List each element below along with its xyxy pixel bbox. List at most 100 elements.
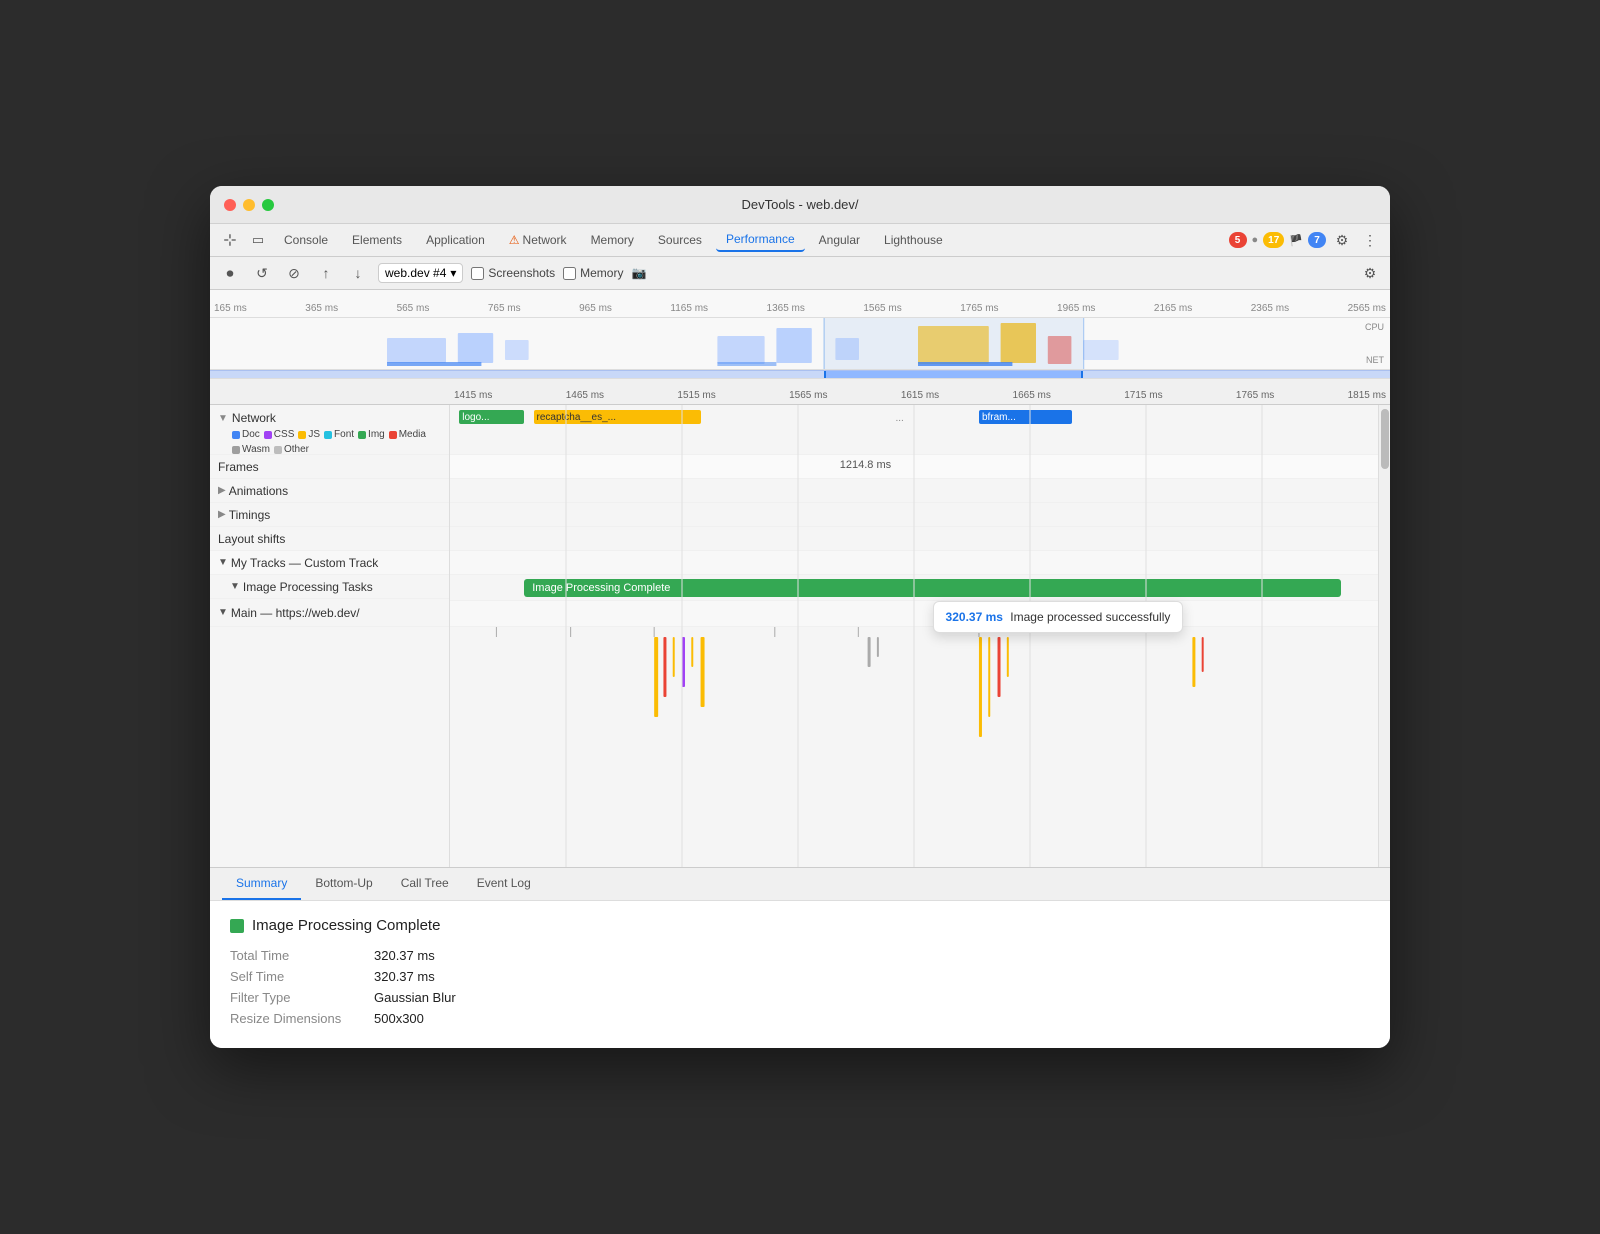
timings-track-row <box>450 503 1378 527</box>
summary-row-resize-dims: Resize Dimensions 500x300 <box>230 1011 1370 1026</box>
detail-tick-2: 1515 ms <box>677 390 715 401</box>
screenshots-checkbox[interactable] <box>471 267 484 280</box>
more-icon[interactable]: ⋮ <box>1358 228 1382 252</box>
settings-icon[interactable]: ⚙ <box>1330 228 1354 252</box>
upload-button[interactable]: ↑ <box>314 261 338 285</box>
reload-button[interactable]: ↺ <box>250 261 274 285</box>
ruler-tick-3: 765 ms <box>488 303 521 314</box>
ruler-tick-5: 1165 ms <box>670 303 708 314</box>
custom-track-header-row <box>450 551 1378 575</box>
detail-tick-5: 1665 ms <box>1013 390 1051 401</box>
ruler-tick-9: 1965 ms <box>1057 303 1095 314</box>
ruler-tick-4: 965 ms <box>579 303 612 314</box>
traffic-lights <box>224 199 274 211</box>
tab-summary[interactable]: Summary <box>222 868 301 900</box>
minimize-button[interactable] <box>243 199 255 211</box>
animations-track-row <box>450 479 1378 503</box>
profile-selector[interactable]: web.dev #4 ▾ <box>378 263 463 283</box>
animations-label-row[interactable]: ▶ Animations <box>210 479 449 503</box>
tab-elements[interactable]: Elements <box>342 229 412 251</box>
scrollbar-thumb[interactable] <box>1381 409 1389 469</box>
memory-toggle[interactable]: Memory <box>563 266 623 280</box>
filter-type-value: Gaussian Blur <box>374 990 456 1005</box>
device-icon[interactable]: ▭ <box>246 228 270 252</box>
screenshots-toggle[interactable]: Screenshots <box>471 266 555 280</box>
selection-bar <box>210 370 1390 378</box>
devtools-window: DevTools - web.dev/ ⊹ ▭ Console Elements… <box>210 186 1390 1048</box>
total-time-value: 320.37 ms <box>374 948 435 963</box>
ellipsis: ... <box>895 413 903 424</box>
main-thread-header-row <box>450 601 1378 627</box>
tab-sources[interactable]: Sources <box>648 229 712 251</box>
ruler-tick-6: 1365 ms <box>767 303 805 314</box>
network-label-row[interactable]: ▼ Network Doc CSS JS Font Img Media Wasm… <box>210 405 449 455</box>
bottom-tab-bar: Summary Bottom-Up Call Tree Event Log <box>210 868 1390 901</box>
net-label: NET <box>1366 355 1384 365</box>
bfram-bar[interactable]: bfram... <box>979 410 1072 424</box>
camera-icon[interactable]: 📷 <box>631 266 646 280</box>
cpu-label: CPU <box>1365 322 1384 332</box>
main-thread-label: Main — https://web.dev/ <box>231 606 360 620</box>
tab-angular[interactable]: Angular <box>809 229 870 251</box>
resize-dims-value: 500x300 <box>374 1011 424 1026</box>
tab-memory[interactable]: Memory <box>581 229 644 251</box>
image-processing-track-row: Image Processing Complete 320.37 ms Imag… <box>450 575 1378 601</box>
tab-call-tree[interactable]: Call Tree <box>387 868 463 900</box>
tab-bottom-up[interactable]: Bottom-Up <box>301 868 386 900</box>
flame-chart-svg <box>450 627 1378 867</box>
main-track-area: ▼ Network Doc CSS JS Font Img Media Wasm… <box>210 405 1390 867</box>
close-button[interactable] <box>224 199 236 211</box>
tab-application[interactable]: Application <box>416 229 495 251</box>
detail-tick-3: 1565 ms <box>789 390 827 401</box>
layout-shifts-row[interactable]: Layout shifts <box>210 527 449 551</box>
summary-row-self-time: Self Time 320.37 ms <box>230 969 1370 984</box>
detail-tick-8: 1815 ms <box>1348 390 1386 401</box>
flame-chart <box>450 627 1378 867</box>
summary-title-text: Image Processing Complete <box>252 917 440 934</box>
ruler-tick-1: 365 ms <box>305 303 338 314</box>
dropdown-icon: ▾ <box>450 266 456 280</box>
filter-type-label: Filter Type <box>230 990 370 1005</box>
tab-event-log[interactable]: Event Log <box>463 868 545 900</box>
frames-label-row[interactable]: Frames <box>210 455 449 479</box>
maximize-button[interactable] <box>262 199 274 211</box>
warning-badge: 17 <box>1263 232 1284 248</box>
tab-console[interactable]: Console <box>274 229 338 251</box>
resize-dims-label: Resize Dimensions <box>230 1011 370 1026</box>
window-title: DevTools - web.dev/ <box>741 197 858 212</box>
total-time-label: Total Time <box>230 948 370 963</box>
clear-button[interactable]: ⊘ <box>282 261 306 285</box>
network-track-row: logo... recaptcha__es_... ... bfram... <box>450 405 1378 455</box>
custom-track-header[interactable]: ▼ My Tracks — Custom Track <box>210 551 449 575</box>
ruler-tick-11: 2365 ms <box>1251 303 1289 314</box>
layout-shifts-label: Layout shifts <box>218 532 285 546</box>
ruler-tick-2: 565 ms <box>397 303 430 314</box>
logo-bar[interactable]: logo... <box>459 410 524 424</box>
vertical-scrollbar[interactable] <box>1378 405 1390 867</box>
download-button[interactable]: ↓ <box>346 261 370 285</box>
summary-color-indicator <box>230 919 244 933</box>
self-time-value: 320.37 ms <box>374 969 435 984</box>
left-labels-panel: ▼ Network Doc CSS JS Font Img Media Wasm… <box>210 405 450 867</box>
inspect-icon[interactable]: ⊹ <box>218 228 242 252</box>
settings2-icon[interactable]: ⚙ <box>1358 261 1382 285</box>
image-processing-label-row[interactable]: ▼ Image Processing Tasks <box>210 575 449 599</box>
overview-chart[interactable]: CPU NET <box>210 318 1390 370</box>
record-button[interactable]: ⏺ <box>218 261 242 285</box>
main-thread-row[interactable]: ▼ Main — https://web.dev/ <box>210 599 449 627</box>
tab-performance[interactable]: Performance <box>716 228 805 252</box>
memory-checkbox[interactable] <box>563 267 576 280</box>
tab-network[interactable]: ⚠ Network <box>499 229 577 251</box>
detail-ruler: 1415 ms 1465 ms 1515 ms 1565 ms 1615 ms … <box>210 379 1390 405</box>
frames-label: Frames <box>218 460 259 474</box>
image-processing-bar[interactable]: Image Processing Complete <box>524 579 1341 597</box>
summary-title: Image Processing Complete <box>230 917 1370 934</box>
ruler-tick-10: 2165 ms <box>1154 303 1192 314</box>
timings-label-row[interactable]: ▶ Timings <box>210 503 449 527</box>
layout-shifts-track-row <box>450 527 1378 551</box>
custom-track-label: My Tracks — Custom Track <box>231 556 378 570</box>
top-ruler: 165 ms 365 ms 565 ms 765 ms 965 ms 1165 … <box>210 290 1390 318</box>
tracks-area: logo... recaptcha__es_... ... bfram... 1… <box>450 405 1378 867</box>
recaptcha-bar[interactable]: recaptcha__es_... <box>534 410 701 424</box>
tab-lighthouse[interactable]: Lighthouse <box>874 229 953 251</box>
